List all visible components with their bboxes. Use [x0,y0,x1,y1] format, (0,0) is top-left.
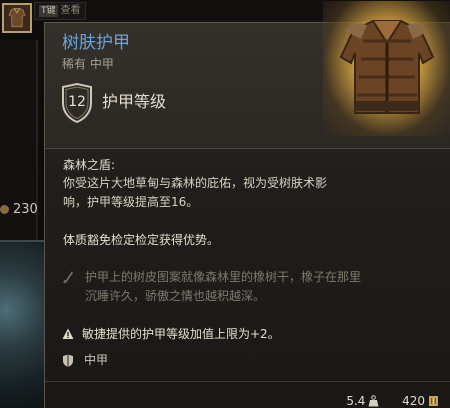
flavor-text-line: 护甲上的树皮图案就像森林里的橡树干，橡子在那里 [85,270,362,284]
armor-slot-icon [4,5,30,31]
background-counter: 230 [0,200,44,220]
item-title: 树肤护甲 [62,33,130,53]
armor-class-label: 护甲等级 [102,92,167,111]
save-advantage-text: 体质豁免检定检定获得优势。 [63,233,220,247]
inspect-key-hint: T键 [39,5,58,17]
equipped-item-slot[interactable] [2,3,32,33]
leather-armor-icon [323,1,450,136]
inspect-tab-label: 查看 [60,5,81,16]
footer-divider [45,381,450,382]
inspect-tab[interactable]: T键 查看 [34,2,86,20]
price-value: 420 [402,393,425,408]
game-screen: T键 查看 230 树肤护甲 稀有 中甲 12 护甲等级 森林之盾: 你受这片大… [0,0,450,408]
flavor-text: 护甲上的树皮图案就像森林里的橡树干，橡子在那里 沉睡许久，骄傲之情也越积越深。 [85,268,425,306]
armor-type-text: 中甲 [84,353,109,367]
armor-class-value: 12 [68,94,86,110]
passive-description: 你受这片大地草甸与森林的庇佑，视为受树肤术影 响，护甲等级提高至16。 [63,174,363,212]
warning-icon [62,328,74,340]
passive-description-line: 响，护甲等级提高至16。 [63,195,199,209]
item-tooltip: 树肤护甲 稀有 中甲 12 护甲等级 森林之盾: 你受这片大地草甸与森林的庇佑，… [44,1,450,408]
item-footer: 5.4 420 [346,391,442,408]
flavor-text-block: 护甲上的树皮图案就像森林里的橡树干，橡子在那里 沉睡许久，骄傲之情也越积越深。 [45,263,450,325]
quill-icon [62,270,74,284]
item-rarity-type: 稀有 中甲 [62,57,114,71]
dex-cap-text: 敏捷提供的护甲等级加值上限为+2。 [82,327,280,341]
gold-coin-icon [428,395,439,407]
weight-icon [368,394,379,407]
flavor-text-line: 沉睡许久，骄傲之情也越积越深。 [85,289,266,303]
passive-name: 森林之盾: [63,158,116,172]
weight-value: 5.4 [346,393,366,408]
background-minimap[interactable] [0,240,46,408]
armor-type-icon [62,354,74,367]
counter-value: 230 [13,202,38,217]
passive-description-line: 你受这片大地草甸与森林的庇佑，视为受树肤术影 [63,176,328,190]
counter-icon [0,205,9,214]
